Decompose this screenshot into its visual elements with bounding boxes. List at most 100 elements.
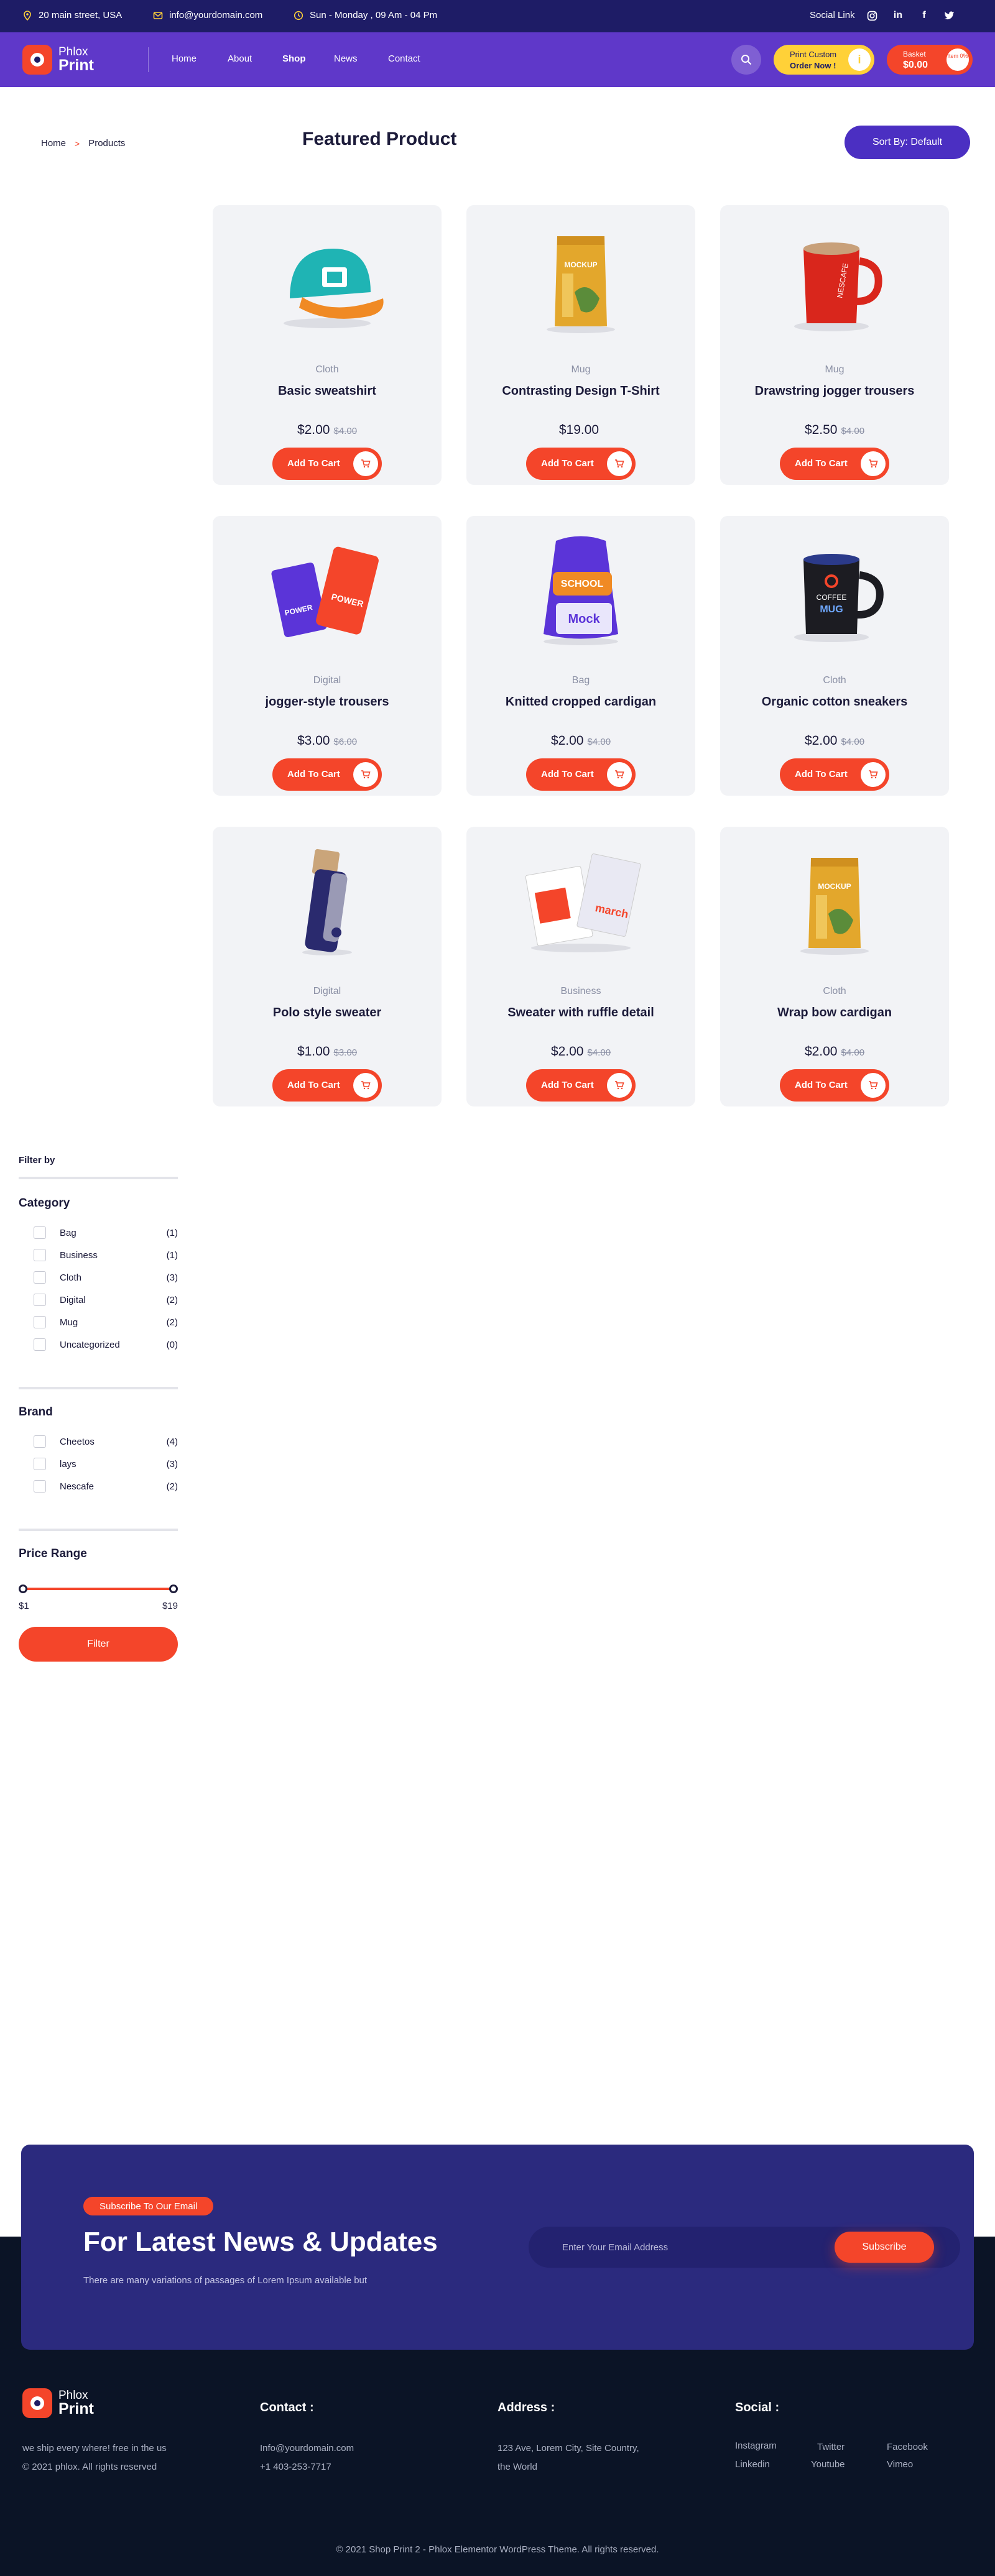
instagram-icon[interactable] — [864, 8, 879, 23]
product-card[interactable]: MOCKUP Mug Contrasting Design T-Shirt $19.0… — [466, 205, 695, 485]
product-category[interactable]: Mug — [466, 364, 695, 375]
category-checkbox[interactable] — [34, 1338, 46, 1351]
product-card[interactable]: MOCKUP Cloth Wrap bow cardigan $2.00 $4.00 Ad… — [720, 827, 949, 1106]
product-image[interactable] — [265, 845, 389, 957]
category-checkbox[interactable] — [34, 1294, 46, 1306]
category-checkbox[interactable] — [34, 1316, 46, 1328]
linkedin-icon[interactable]: in — [891, 8, 905, 23]
add-to-cart-button[interactable]: Add To Cart — [780, 758, 889, 791]
add-to-cart-label: Add To Cart — [541, 769, 594, 780]
nav-news[interactable]: News — [334, 53, 358, 64]
product-card[interactable]: Cloth Basic sweatshirt $2.00 $4.00 Add To Ca… — [213, 205, 442, 485]
site-logo[interactable]: Phlox Print — [22, 45, 94, 75]
email-info[interactable]: info@yourdomain.com — [153, 10, 262, 21]
add-to-cart-button[interactable]: Add To Cart — [526, 1069, 636, 1102]
product-name[interactable]: Wrap bow cardigan — [720, 1006, 949, 1020]
product-image[interactable]: SCHOOL Mock — [519, 535, 643, 646]
add-to-cart-button[interactable]: Add To Cart — [272, 758, 382, 791]
product-card[interactable]: NESCAFE Mug Drawstring jogger trousers $2.5… — [720, 205, 949, 485]
product-category[interactable]: Cloth — [213, 364, 442, 375]
nav-home[interactable]: Home — [172, 53, 197, 64]
category-checkbox[interactable] — [34, 1249, 46, 1261]
contact-phone[interactable]: +1 403-253-7717 — [260, 2458, 331, 2477]
product-image[interactable] — [265, 224, 389, 336]
price-range-slider[interactable] — [19, 1585, 178, 1593]
product-category[interactable]: Cloth — [720, 986, 949, 997]
address-info: 20 main street, USA — [22, 10, 122, 21]
brand-checkbox[interactable] — [34, 1435, 46, 1448]
breadcrumb: Home > Products — [41, 138, 125, 149]
category-item[interactable]: Bag (1) — [19, 1224, 178, 1246]
nav-contact[interactable]: Contact — [388, 53, 420, 64]
product-price-block: $2.00 $4.00 — [720, 1044, 949, 1059]
social-linkedin-link[interactable]: Linkedin — [735, 2455, 770, 2474]
breadcrumb-home[interactable]: Home — [41, 138, 66, 149]
footer-logo[interactable]: Phlox Print — [22, 2388, 94, 2418]
sort-dropdown[interactable]: Sort By: Default — [845, 126, 970, 159]
add-to-cart-button[interactable]: Add To Cart — [526, 758, 636, 791]
brand-checkbox[interactable] — [34, 1480, 46, 1493]
product-name[interactable]: Sweater with ruffle detail — [466, 1006, 695, 1020]
product-image[interactable]: MOCKUP — [519, 224, 643, 336]
nav-about[interactable]: About — [228, 53, 252, 64]
brand-item[interactable]: lays (3) — [19, 1455, 178, 1478]
category-item[interactable]: Digital (2) — [19, 1291, 178, 1313]
product-name[interactable]: Contrasting Design T-Shirt — [466, 384, 695, 398]
slider-min-handle[interactable] — [19, 1585, 27, 1593]
add-to-cart-button[interactable]: Add To Cart — [526, 448, 636, 480]
product-card[interactable]: COFFEE MUG Cloth Organic cotton sneakers $2.… — [720, 516, 949, 796]
product-category[interactable]: Digital — [213, 986, 442, 997]
product-card[interactable]: Digital Polo style sweater $1.00 $3.00 Add T… — [213, 827, 442, 1106]
brand-item[interactable]: Cheetos (4) — [19, 1433, 178, 1455]
product-category[interactable]: Digital — [213, 675, 442, 686]
product-category[interactable]: Cloth — [720, 675, 949, 686]
add-to-cart-button[interactable]: Add To Cart — [272, 448, 382, 480]
brand-checkbox[interactable] — [34, 1458, 46, 1470]
product-name[interactable]: Organic cotton sneakers — [720, 695, 949, 709]
contact-email[interactable]: Info@yourdomain.com — [260, 2439, 354, 2458]
product-name[interactable]: jogger-style trousers — [213, 695, 442, 709]
add-to-cart-button[interactable]: Add To Cart — [780, 448, 889, 480]
category-checkbox[interactable] — [34, 1226, 46, 1239]
basket-button[interactable]: Basket $0.00 Item 0% — [887, 45, 973, 75]
product-card[interactable]: POWER POWER Digital jogger-style trousers $3… — [213, 516, 442, 796]
breadcrumb-products: Products — [88, 138, 126, 149]
facebook-icon[interactable]: f — [917, 8, 932, 23]
product-card[interactable]: march Business Sweater with ruffle detail $… — [466, 827, 695, 1106]
social-facebook-link[interactable]: Facebook — [887, 2438, 928, 2457]
brand-item[interactable]: Nescafe (2) — [19, 1478, 178, 1500]
product-image[interactable]: NESCAFE — [772, 224, 897, 336]
product-name[interactable]: Knitted cropped cardigan — [466, 695, 695, 709]
product-category[interactable]: Mug — [720, 364, 949, 375]
product-name[interactable]: Drawstring jogger trousers — [720, 384, 949, 398]
nav-shop[interactable]: Shop — [282, 53, 306, 64]
category-item[interactable]: Business (1) — [19, 1246, 178, 1269]
product-image[interactable]: march — [519, 845, 643, 957]
product-image[interactable]: POWER POWER — [265, 535, 389, 646]
filter-button[interactable]: Filter — [19, 1627, 178, 1662]
product-image[interactable]: MOCKUP — [772, 845, 897, 957]
product-name[interactable]: Basic sweatshirt — [213, 384, 442, 398]
add-to-cart-button[interactable]: Add To Cart — [780, 1069, 889, 1102]
product-image[interactable]: COFFEE MUG — [772, 535, 897, 646]
product-category[interactable]: Business — [466, 986, 695, 997]
product-name[interactable]: Polo style sweater — [213, 1006, 442, 1020]
slider-max-handle[interactable] — [169, 1585, 178, 1593]
social-instagram-link[interactable]: Instagram — [735, 2437, 777, 2455]
product-category[interactable]: Bag — [466, 675, 695, 686]
product-card[interactable]: SCHOOL Mock Bag Knitted cropped cardigan $2.… — [466, 516, 695, 796]
social-vimeo-link[interactable]: Vimeo — [887, 2455, 913, 2474]
category-item[interactable]: Mug (2) — [19, 1313, 178, 1336]
logo-line2: Print — [58, 2400, 94, 2417]
social-twitter-link[interactable]: Twitter — [817, 2438, 845, 2457]
category-item[interactable]: Uncategorized (0) — [19, 1336, 178, 1358]
add-to-cart-button[interactable]: Add To Cart — [272, 1069, 382, 1102]
subscribe-button[interactable]: Subscribe — [835, 2232, 934, 2263]
category-checkbox[interactable] — [34, 1271, 46, 1284]
twitter-icon[interactable] — [942, 8, 956, 23]
print-custom-button[interactable]: Print Custom Order Now ! i — [774, 45, 874, 75]
search-button[interactable] — [731, 45, 761, 75]
social-youtube-link[interactable]: Youtube — [811, 2455, 845, 2474]
logo-mark-icon — [22, 2388, 52, 2418]
category-item[interactable]: Cloth (3) — [19, 1269, 178, 1291]
